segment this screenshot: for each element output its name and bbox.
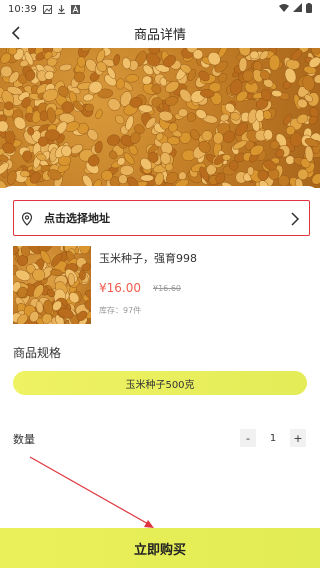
signal-icon: [293, 3, 302, 15]
back-arrow-icon[interactable]: [8, 24, 26, 42]
battery-icon: [306, 2, 312, 16]
product-name: 玉米种子，强育998: [99, 252, 197, 265]
wifi-icon: [279, 3, 289, 15]
product-thumbnail: [13, 246, 91, 324]
status-time: 10:39: [8, 3, 37, 15]
quantity-label: 数量: [13, 433, 35, 446]
location-pin-icon: [20, 211, 34, 226]
address-selector-label: 点击选择地址: [44, 212, 110, 225]
chevron-right-icon: [289, 211, 301, 226]
product-detail-card: 点击选择地址 玉米种子，强育998 ¥16.00 ¥16.60 库存：97件 商…: [0, 186, 320, 568]
decrement-button[interactable]: -: [240, 429, 256, 447]
image-notification-icon: [42, 4, 52, 14]
address-selector[interactable]: 点击选择地址: [13, 200, 310, 236]
product-summary: 玉米种子，强育998 ¥16.00 ¥16.60 库存：97件: [13, 246, 310, 326]
spec-section-title: 商品规格: [13, 346, 62, 360]
status-bar: 10:39: [0, 0, 320, 18]
buy-now-button[interactable]: 立即购买: [0, 528, 320, 568]
spec-option[interactable]: 玉米种子500克: [13, 371, 307, 395]
product-original-price: ¥16.60: [153, 284, 181, 293]
top-nav-bar: 商品详情: [0, 18, 320, 48]
quantity-value[interactable]: 1: [256, 429, 290, 447]
a-notification-icon: [70, 4, 80, 14]
product-stock: 库存：97件: [99, 306, 142, 315]
product-price: ¥16.00: [99, 281, 141, 295]
product-hero-image: [0, 48, 320, 188]
download-icon: [57, 4, 66, 14]
increment-button[interactable]: +: [290, 429, 306, 447]
page-title: 商品详情: [133, 27, 186, 43]
quantity-stepper: - 1 +: [240, 429, 306, 447]
